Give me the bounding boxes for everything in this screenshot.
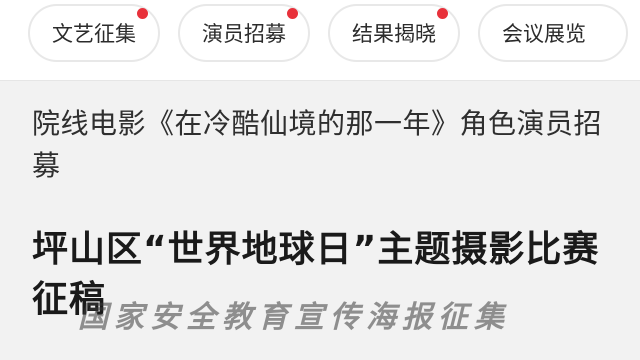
tab-conference-exhibition[interactable]: 会议展览	[478, 4, 628, 62]
category-tabs: 文艺征集 演员招募 结果揭晓 会议展览	[28, 4, 628, 62]
tab-actor-recruitment[interactable]: 演员招募	[178, 4, 310, 62]
tab-label: 演员招募	[202, 22, 286, 46]
overlay-caption: 国家安全教育宣传海报征集	[78, 300, 510, 335]
notification-dot-icon	[287, 8, 298, 19]
category-tab-bar: 文艺征集 演员招募 结果揭晓 会议展览	[0, 0, 640, 81]
tab-label: 会议展览	[502, 22, 586, 46]
tab-label: 文艺征集	[52, 22, 136, 46]
article-title-link[interactable]: 院线电影《在冷酷仙境的那一年》角色演员招募	[32, 103, 622, 187]
tab-literary-collection[interactable]: 文艺征集	[28, 4, 160, 62]
notification-dot-icon	[437, 8, 448, 19]
tab-results-announced[interactable]: 结果揭晓	[328, 4, 460, 62]
tab-label: 结果揭晓	[352, 22, 436, 46]
notification-dot-icon	[137, 8, 148, 19]
